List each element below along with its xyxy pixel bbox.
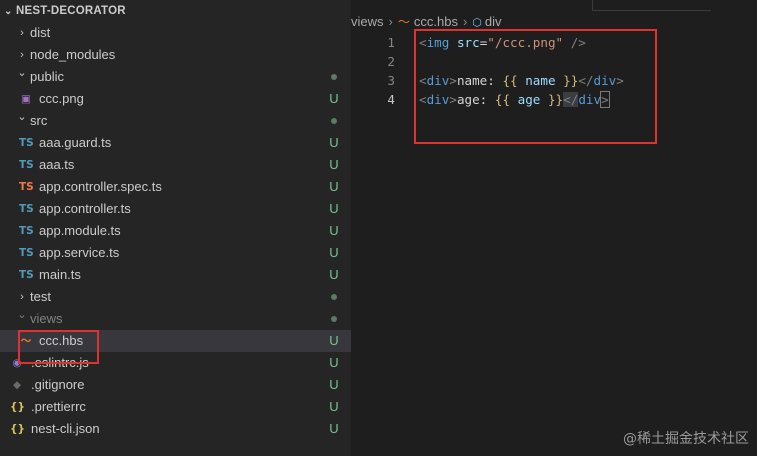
json-braces-icon: {}: [10, 423, 25, 435]
git-status-badge: U: [329, 399, 339, 414]
tree-item-label: src: [30, 113, 48, 128]
chevron-down-icon: ⌄: [17, 309, 27, 321]
ts-icon: TS: [19, 137, 34, 149]
tree-file[interactable]: ◆ .gitignore U: [0, 374, 351, 396]
tree-file[interactable]: {} nest-cli.json U: [0, 418, 351, 440]
tree-item-label: ccc.png: [39, 91, 84, 106]
tree-file[interactable]: TS app.module.ts U: [0, 220, 351, 242]
tree-item-label: test: [30, 289, 51, 304]
modified-dot-icon: [331, 118, 337, 124]
git-status-badge: U: [329, 201, 339, 216]
tree-item-label: .gitignore: [31, 377, 85, 392]
tree-item-label: dist: [30, 25, 51, 40]
line-number: 3: [387, 73, 395, 88]
git-status-badge: U: [329, 157, 339, 172]
tree-file[interactable]: TS app.service.ts U: [0, 242, 351, 264]
tree-item-label: app.service.ts: [39, 245, 120, 260]
modified-dot-icon: [331, 74, 337, 80]
watermark: @稀土掘金技术社区: [623, 431, 749, 447]
chevron-down-icon: ⌄: [17, 67, 27, 79]
tree-folder[interactable]: ⌄ src: [0, 110, 351, 132]
tree-file[interactable]: TS aaa.ts U: [0, 154, 351, 176]
modified-dot-icon: [331, 294, 337, 300]
highlight-box-code: [414, 29, 657, 144]
tree-file[interactable]: {} .prettierrc U: [0, 396, 351, 418]
file-tree: › dist › node_modules ⌄ public ▣ ccc.png U ⌄ src TS…: [0, 22, 351, 440]
tree-file[interactable]: TS main.ts U: [0, 264, 351, 286]
tree-item-label: main.ts: [39, 267, 81, 282]
git-status-badge: U: [329, 135, 339, 150]
git-icon: ◆: [12, 379, 22, 391]
modified-dot-icon: [331, 316, 337, 322]
line-number: 2: [387, 54, 395, 69]
explorer-title: NEST-DECORATOR: [16, 5, 126, 17]
tree-folder[interactable]: ⌄ views: [0, 308, 351, 330]
handlebars-icon: 〜: [397, 15, 410, 29]
tree-file[interactable]: TS aaa.guard.ts U: [0, 132, 351, 154]
line-number: 1: [387, 35, 395, 50]
git-status-badge: U: [329, 223, 339, 238]
git-status-badge: U: [329, 267, 339, 282]
tree-folder[interactable]: › test: [0, 286, 351, 308]
tree-item-label: aaa.ts: [39, 157, 75, 172]
tree-item-label: nest-cli.json: [31, 421, 100, 436]
explorer-header[interactable]: ⌄ NEST-DECORATOR: [0, 0, 351, 22]
json-braces-icon: {}: [10, 401, 25, 413]
chevron-down-icon: ⌄: [4, 6, 13, 17]
tree-item-label: .prettierrc: [31, 399, 86, 414]
tree-file[interactable]: ▣ ccc.png U: [0, 88, 351, 110]
tree-item-label: views: [30, 311, 63, 326]
tree-folder[interactable]: › dist: [0, 22, 351, 44]
editor-tab-strip: [592, 0, 711, 11]
chevron-right-icon: ›: [20, 27, 24, 39]
ts-icon: TS: [19, 203, 34, 215]
tree-file[interactable]: TS app.controller.spec.ts U: [0, 176, 351, 198]
git-status-badge: U: [329, 355, 339, 370]
ts-icon: TS: [19, 159, 34, 171]
chevron-down-icon: ⌄: [17, 111, 27, 123]
git-status-badge: U: [329, 179, 339, 194]
git-status-badge: U: [329, 421, 339, 436]
line-number: 4: [387, 92, 395, 107]
ts-icon: TS: [19, 269, 34, 281]
highlight-box-file: [18, 330, 99, 364]
git-status-badge: U: [329, 91, 339, 106]
git-status-badge: U: [329, 377, 339, 392]
tree-folder[interactable]: › node_modules: [0, 44, 351, 66]
git-status-badge: U: [329, 333, 339, 348]
chevron-right-icon: ›: [388, 14, 393, 29]
tree-item-label: app.module.ts: [39, 223, 121, 238]
tree-item-label: node_modules: [30, 47, 116, 62]
ts-spec-icon: TS: [19, 181, 34, 193]
tree-item-label: app.controller.spec.ts: [39, 179, 162, 194]
ts-icon: TS: [19, 225, 34, 237]
breadcrumb-folder[interactable]: views: [351, 11, 384, 33]
tree-item-label: public: [30, 69, 64, 84]
tree-folder[interactable]: ⌄ public: [0, 66, 351, 88]
ts-icon: TS: [19, 247, 34, 259]
tree-item-label: aaa.guard.ts: [39, 135, 112, 150]
tree-file[interactable]: TS app.controller.ts U: [0, 198, 351, 220]
git-status-badge: U: [329, 245, 339, 260]
explorer-sidebar: ⌄ NEST-DECORATOR › dist › node_modules ⌄ publi…: [0, 0, 351, 456]
tree-item-label: app.controller.ts: [39, 201, 131, 216]
